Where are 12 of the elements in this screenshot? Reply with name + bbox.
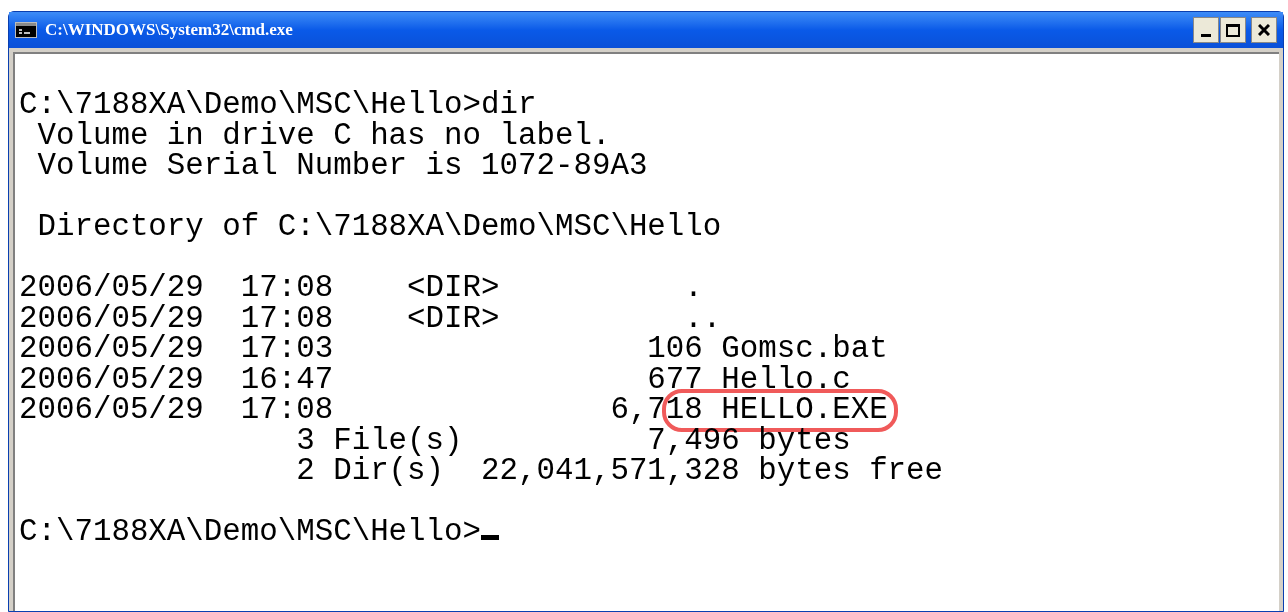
close-button[interactable] <box>1251 17 1277 43</box>
console-line: Directory of C:\7188XA\Demo\MSC\Hello <box>36 209 722 244</box>
window-title: C:\WINDOWS\System32\cmd.exe <box>45 19 293 42</box>
close-icon <box>1258 24 1270 36</box>
console-line: Volume Serial Number is 1072-89A3 <box>36 148 648 183</box>
console-line: 2006/05/29 17:03 106 Gomsc.bat <box>19 331 888 366</box>
console-icon <box>15 22 37 38</box>
console-line: 2006/05/29 17:08 <DIR> . <box>19 270 703 305</box>
maximize-button[interactable] <box>1220 17 1246 43</box>
console-line: C:\7188XA\Demo\MSC\Hello> <box>19 514 482 549</box>
console-line: C:\7188XA\Demo\MSC\Hello>dir <box>19 87 537 122</box>
minimize-button[interactable] <box>1193 17 1219 43</box>
